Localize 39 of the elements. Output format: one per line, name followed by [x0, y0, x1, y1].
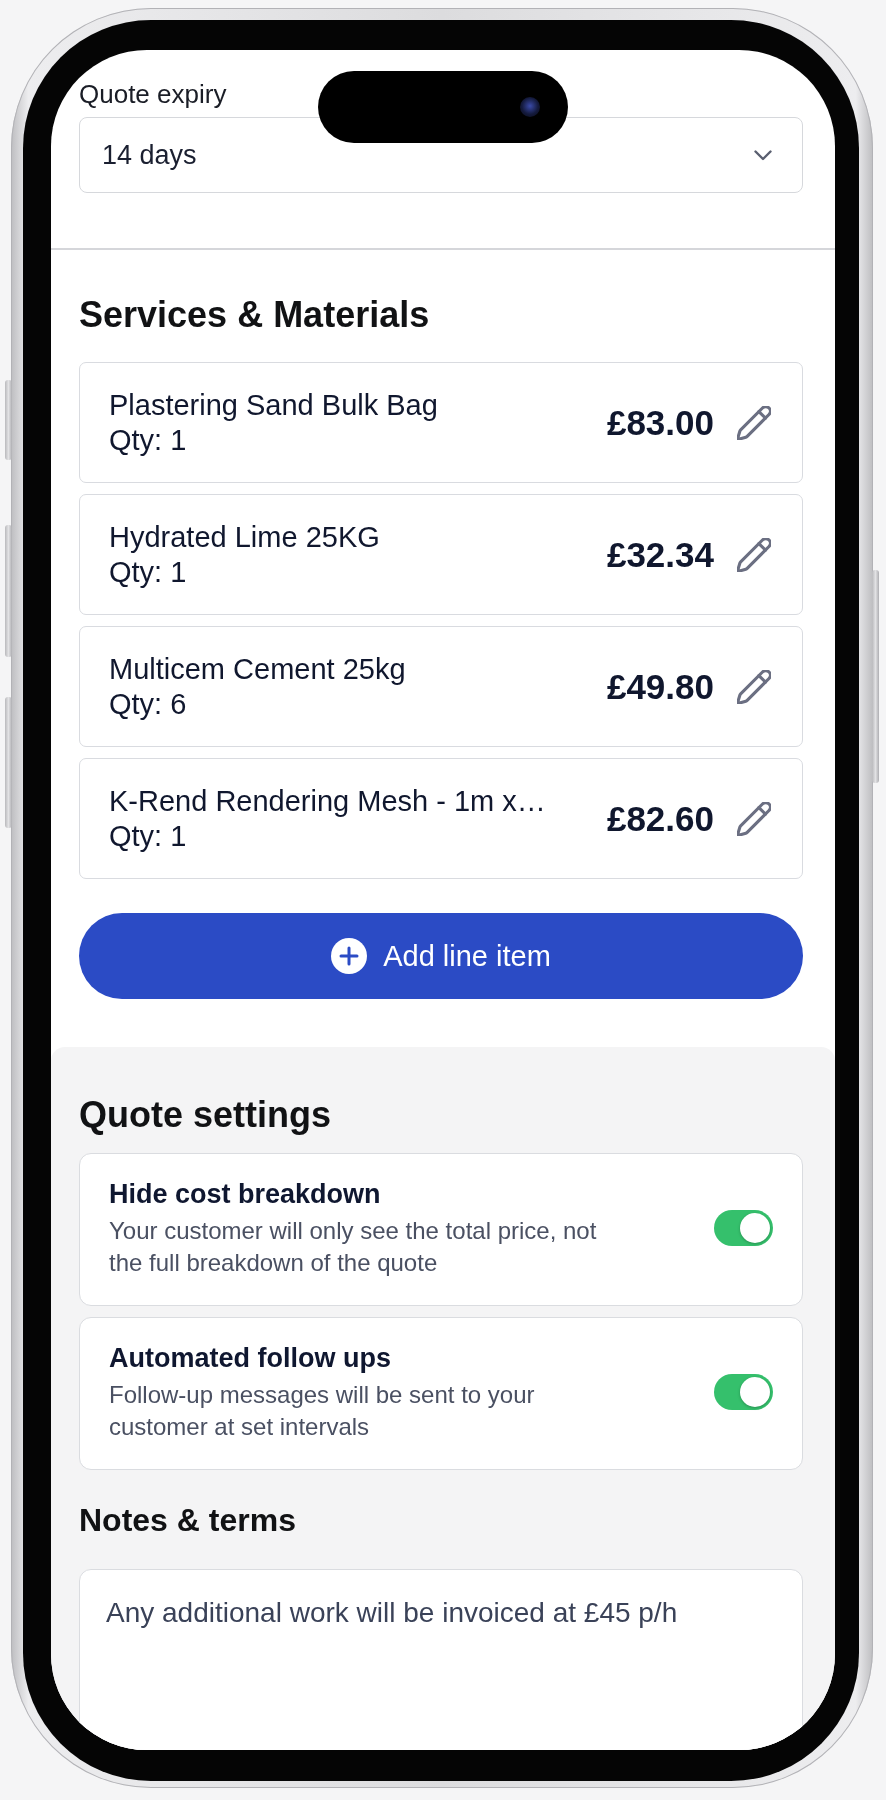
item-name: Plastering Sand Bulk Bag [109, 387, 438, 423]
item-quantity: Qty: 1 [109, 554, 187, 590]
section-heading: Services & Materials [79, 295, 430, 335]
toggle-switch[interactable] [714, 1373, 773, 1410]
section-heading: Notes & terms [79, 1501, 296, 1540]
setting-description: Your customer will only see the total price, not the full breakdown of the quote [109, 1215, 598, 1278]
setting-title: Hide cost breakdown [109, 1177, 381, 1211]
pencil-icon [737, 405, 771, 440]
side-button[interactable] [872, 570, 879, 783]
item-price: £82.60 [606, 798, 714, 839]
item-name: K-Rend Rendering Mesh - 1m x… [109, 783, 546, 819]
item-quantity: Qty: 1 [109, 818, 187, 854]
pencil-icon [737, 669, 771, 704]
chevron-down-icon [754, 149, 772, 161]
notes-field[interactable]: Any additional work will be invoiced at £45 p/h [79, 1569, 803, 1750]
side-button[interactable] [5, 525, 12, 657]
item-name: Hydrated Lime 25KG [109, 519, 380, 555]
edit-button[interactable] [736, 800, 772, 837]
field-label: Quote expiry [79, 80, 227, 108]
pencil-icon [737, 801, 771, 836]
item-price: £32.34 [606, 534, 714, 575]
toggle-switch[interactable] [714, 1209, 773, 1246]
section-heading: Quote settings [79, 1095, 332, 1135]
setting-description: Follow-up messages will be sent to your customer at set intervals [109, 1379, 536, 1442]
item-quantity: Qty: 6 [109, 686, 187, 722]
edit-button[interactable] [736, 668, 772, 705]
camera-lens-icon [520, 97, 540, 117]
edit-button[interactable] [736, 404, 772, 441]
item-quantity: Qty: 1 [109, 422, 187, 458]
pencil-icon [737, 537, 771, 572]
setting-title: Automated follow ups [109, 1341, 391, 1375]
add-line-item-button[interactable]: Add line item [79, 913, 803, 999]
item-name: Multicem Cement 25kg [109, 651, 406, 687]
plus-circle-icon [331, 938, 368, 974]
item-price: £83.00 [606, 402, 714, 443]
side-button[interactable] [5, 380, 12, 460]
edit-button[interactable] [736, 536, 772, 573]
side-button[interactable] [5, 697, 12, 828]
item-price: £49.80 [606, 666, 714, 707]
